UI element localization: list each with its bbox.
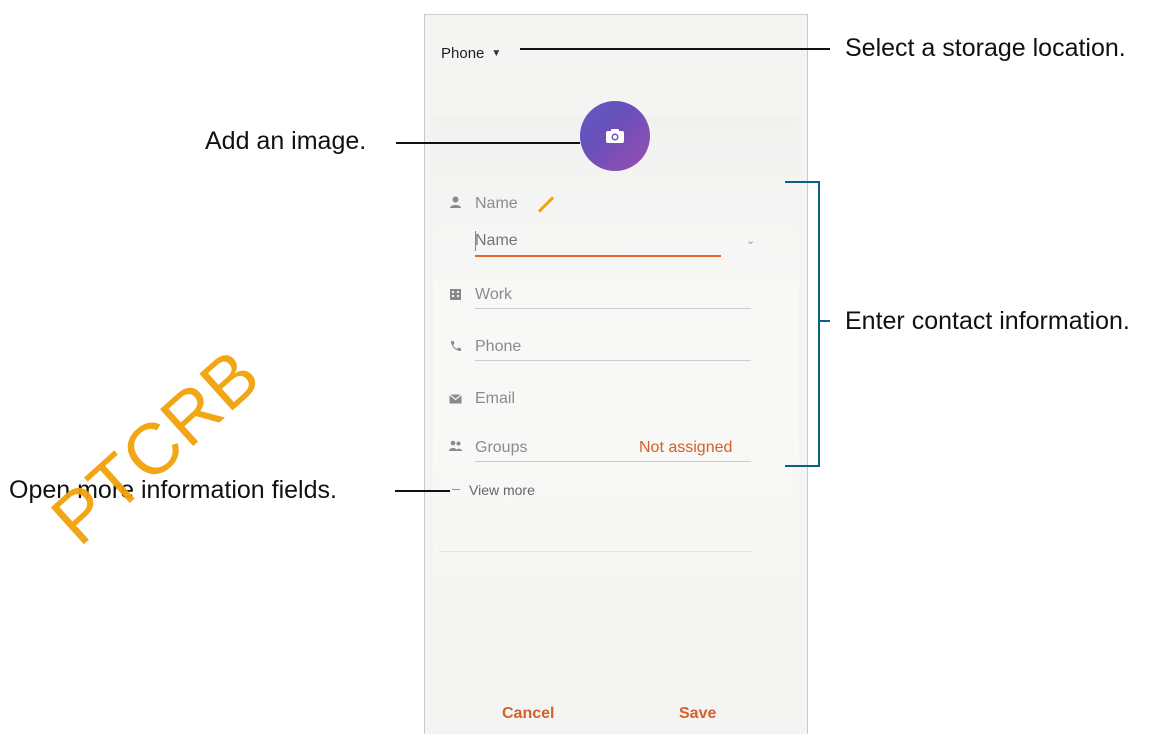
storage-location-dropdown[interactable]: Phone ▼ <box>441 45 501 62</box>
groups-value[interactable]: Not assigned <box>639 439 732 457</box>
name-input[interactable] <box>475 229 721 253</box>
add-image-button[interactable] <box>580 101 650 171</box>
groups-underline <box>475 461 751 462</box>
watermark: PTCRB <box>36 334 276 561</box>
building-icon <box>450 289 461 300</box>
storage-location-label: Phone <box>441 45 485 62</box>
more-fields-leader-line <box>395 490 450 492</box>
name-input-underline <box>475 255 721 257</box>
view-more-button[interactable]: View more <box>469 482 535 498</box>
email-field[interactable]: Email <box>475 390 515 408</box>
phone-screen: Phone ▼ Name ⌄ Work Phone Ema <box>424 14 808 734</box>
view-more-expand-icon <box>452 489 460 490</box>
group-icon <box>449 440 462 451</box>
contact-info-bracket <box>785 181 820 467</box>
person-icon <box>450 196 461 208</box>
image-leader-line <box>396 142 580 144</box>
divider <box>439 551 752 552</box>
name-label: Name <box>475 195 518 212</box>
phone-underline <box>475 360 751 361</box>
phone-icon <box>451 341 461 351</box>
chevron-down-icon[interactable]: ⌄ <box>746 234 755 247</box>
phone-field[interactable]: Phone <box>475 338 521 356</box>
cancel-button[interactable]: Cancel <box>502 705 554 723</box>
storage-leader-line <box>520 48 830 50</box>
work-underline <box>475 308 751 309</box>
text-cursor <box>475 231 476 251</box>
image-annotation: Add an image. <box>205 127 367 155</box>
camera-icon <box>606 129 624 143</box>
contact-info-bracket-tick <box>818 320 830 322</box>
storage-annotation: Select a storage location. <box>845 34 1126 62</box>
work-field[interactable]: Work <box>475 286 512 304</box>
save-button[interactable]: Save <box>679 705 716 723</box>
groups-label: Groups <box>475 439 528 456</box>
more-fields-annotation: Open more information fields. <box>9 476 337 504</box>
envelope-icon <box>449 394 462 404</box>
contact-info-annotation: Enter contact information. <box>845 307 1130 335</box>
caret-down-icon: ▼ <box>491 48 502 59</box>
